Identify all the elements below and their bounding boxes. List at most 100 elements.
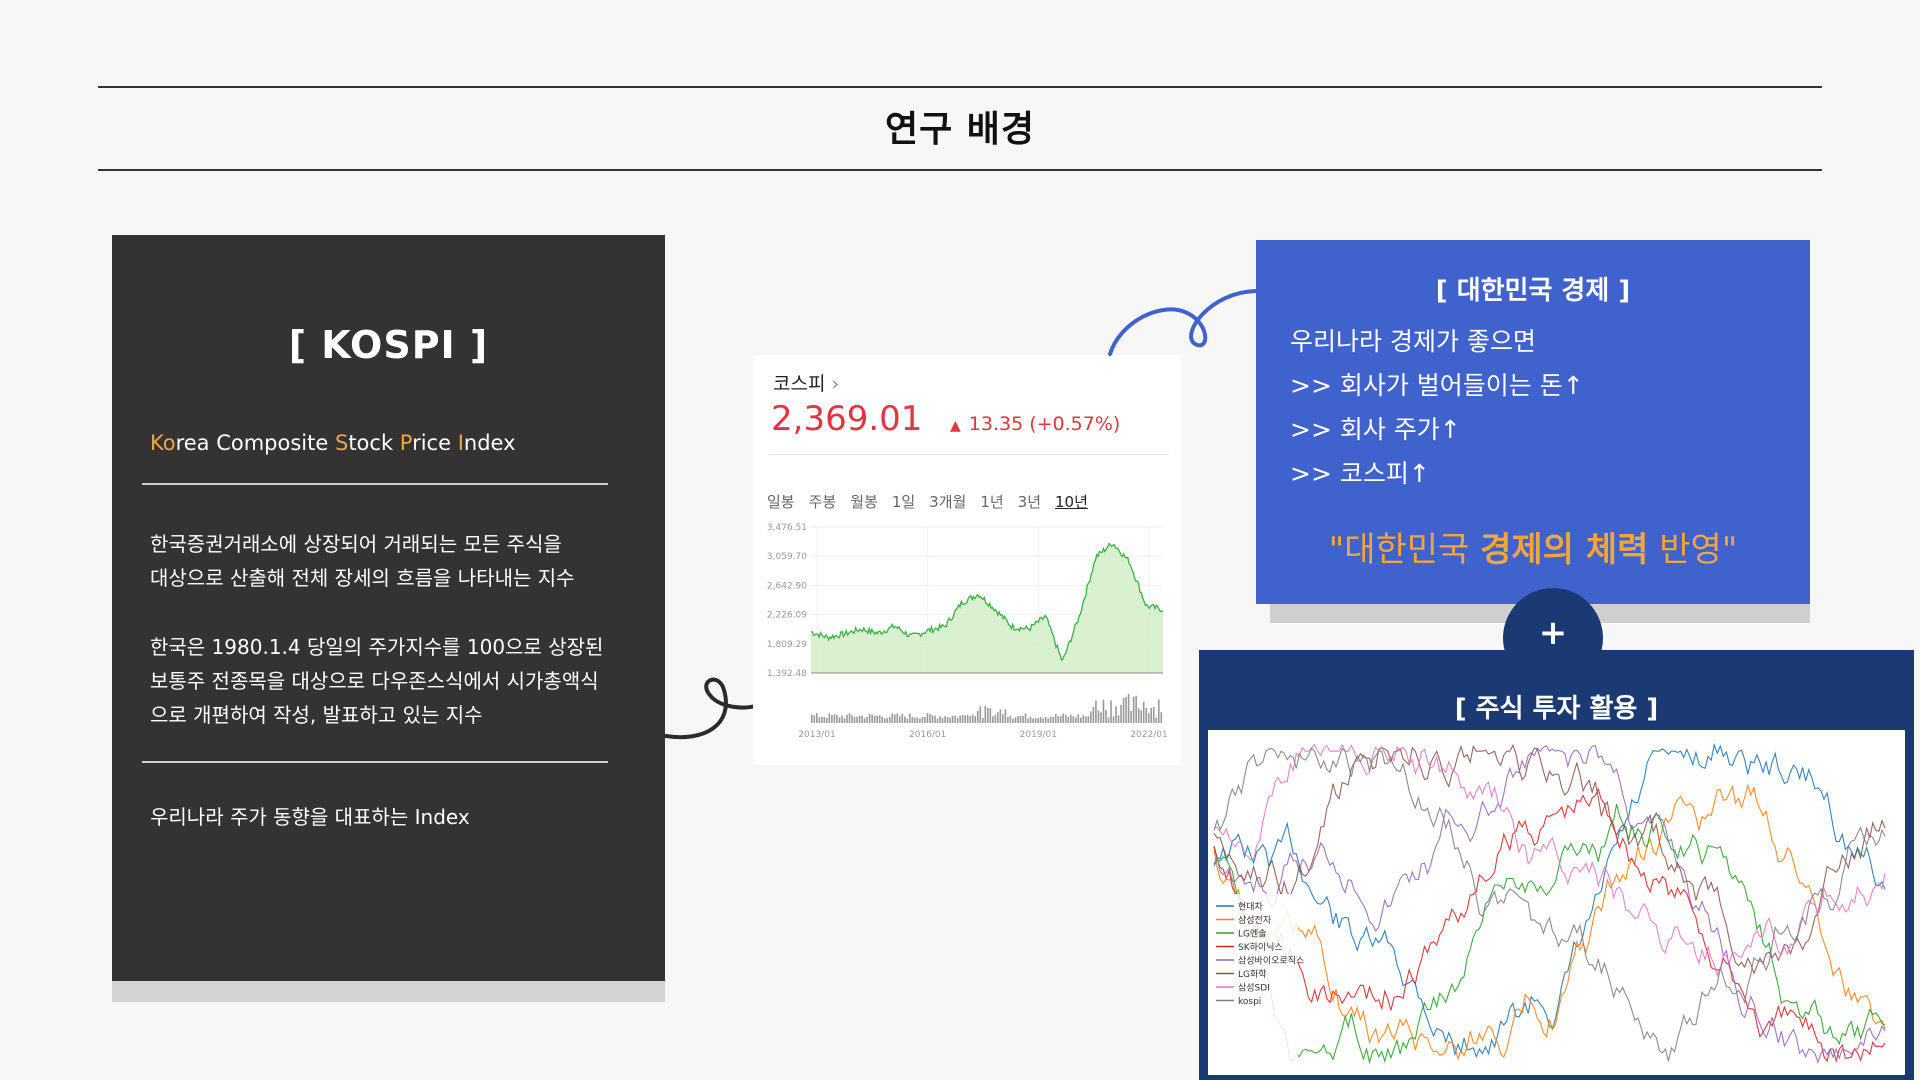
volume-bar [1067, 716, 1070, 723]
volume-bar [1097, 710, 1100, 723]
volume-bar [1012, 718, 1014, 723]
volume-bar [833, 714, 836, 723]
quote-emphasis: 경제의 체력 [1480, 530, 1649, 570]
y-tick-label: 1,392.48 [767, 669, 807, 679]
widget-name-label: 코스피 [773, 373, 826, 395]
volume-bar [1049, 716, 1052, 723]
volume-bar [931, 715, 934, 723]
desc2-line1: 한국은 1980.1.4 당일의 주가지수를 100으로 상장된 [150, 635, 604, 659]
legend-label: LG엔솔 [1238, 929, 1267, 940]
volume-bar [826, 718, 828, 723]
volume-bar [974, 716, 977, 723]
volume-bar [1014, 717, 1017, 723]
volume-bar [813, 715, 816, 723]
tab-weekly[interactable]: 주봉 [809, 491, 837, 512]
volume-bar [851, 715, 853, 723]
volume-bar [949, 717, 951, 723]
legend-label: 삼성전자 [1238, 915, 1272, 926]
kospi-summary: 우리나라 주가 동향을 대표하는 Index [150, 805, 470, 829]
economy-card: [ 대한민국 경제 ] 우리나라 경제가 좋으면 >> 회사가 벌어들이는 돈↑… [1256, 240, 1810, 604]
economy-line-4: >> 코스피↑ [1290, 459, 1430, 488]
volume-bar [987, 707, 989, 723]
volume-bar [901, 713, 904, 723]
volume-bar [848, 713, 851, 723]
volume-bar [1034, 718, 1037, 723]
widget-price: 2,369.01 [771, 399, 923, 439]
volume-bar [886, 718, 889, 723]
header-top-rule [98, 86, 1822, 88]
volume-bar [868, 714, 871, 723]
header-bottom-rule [98, 169, 1822, 171]
tab-daily[interactable]: 일봉 [767, 491, 795, 512]
y-tick-label: 2,642.90 [767, 581, 807, 591]
volume-bar [1059, 715, 1062, 723]
volume-bar [1117, 715, 1120, 723]
tab-1year[interactable]: 1년 [980, 491, 1003, 512]
volume-bar [811, 714, 813, 723]
tab-1day[interactable]: 1일 [892, 491, 915, 512]
kospi-description-1: 한국증권거래소에 상장되어 거래되는 모든 주식을 대상으로 산출해 전체 장세… [150, 527, 630, 595]
volume-bar [1072, 716, 1075, 723]
volume-bar [1140, 710, 1142, 723]
volume-bar [1052, 717, 1054, 723]
volume-bar [994, 714, 997, 723]
volume-bar [916, 717, 919, 723]
volume-bar [1132, 696, 1135, 723]
volume-bar [1029, 716, 1032, 723]
volume-bar [1145, 707, 1147, 723]
tab-3year[interactable]: 3년 [1018, 491, 1041, 512]
series-line-0 [1213, 742, 1886, 1059]
legend-label: 삼성SDI [1238, 983, 1270, 994]
volume-bar [1002, 714, 1004, 723]
volume-bar [1155, 717, 1158, 723]
volume-bar [876, 715, 878, 723]
stock-comparison-chart: 현대차삼성전자 LG엔솔 SK하이닉스삼성바이오로직스 LG화학삼성SDI kospi [1208, 730, 1905, 1075]
fullname-ko: Ko [150, 431, 176, 455]
desc1-line2: 대상으로 산출해 전체 장세의 흐름을 나타내는 지수 [150, 566, 575, 590]
volume-bar [1064, 714, 1067, 723]
volume-bar [1157, 699, 1160, 723]
volume-bar [836, 714, 838, 723]
volume-bar [899, 716, 901, 723]
volume-bar [944, 716, 946, 723]
tab-3month[interactable]: 3개월 [929, 491, 966, 512]
volume-bar [951, 715, 954, 723]
volume-bar [1054, 714, 1057, 723]
volume-bar [936, 718, 939, 723]
volume-bar [1110, 700, 1112, 723]
economy-line-3: >> 회사 주가↑ [1290, 415, 1461, 444]
volume-bar [866, 716, 868, 723]
volume-bar [1019, 715, 1022, 723]
volume-bar [1122, 697, 1125, 723]
quote-end: 반영" [1648, 530, 1738, 570]
volume-bar [1042, 718, 1044, 723]
volume-bar [914, 717, 916, 723]
volume-bar [1120, 704, 1122, 723]
legend-label: 현대차 [1238, 901, 1264, 913]
widget-name[interactable]: 코스피 › [773, 369, 839, 396]
volume-bar [1004, 709, 1007, 723]
desc2-line3: 으로 개편하여 작성, 발표하고 있는 지수 [150, 703, 483, 727]
kospi-fullname: Korea Composite Stock Price Index [150, 431, 516, 455]
page-title: 연구 배경 [884, 109, 1035, 150]
volume-bar [873, 715, 876, 723]
y-tick-label: 3,059.70 [767, 552, 807, 562]
kospi-divider-1 [142, 483, 608, 485]
up-arrow-icon: ▲ [950, 418, 961, 434]
tab-monthly[interactable]: 월봉 [850, 491, 878, 512]
volume-bar [841, 715, 843, 723]
economy-quote: "대한민국 경제의 체력 반영" [1256, 522, 1810, 571]
volume-bar [929, 714, 931, 723]
volume-bar [883, 718, 886, 723]
volume-bar [1082, 715, 1085, 723]
desc2-line2: 보통주 전종목을 대상으로 다우존스식에서 시가총액식 [150, 669, 599, 693]
fullname-p: P [399, 431, 413, 455]
quote-start: "대한민국 [1328, 530, 1481, 570]
volume-bar [989, 708, 992, 723]
fullname-rea: rea Composite [175, 431, 335, 455]
economy-line-2: >> 회사가 벌어들이는 돈↑ [1290, 371, 1584, 400]
series-line-7 [1213, 747, 1886, 1062]
tab-10year[interactable]: 10년 [1055, 491, 1088, 512]
volume-bar [1085, 716, 1087, 723]
volume-bar [1150, 707, 1153, 723]
